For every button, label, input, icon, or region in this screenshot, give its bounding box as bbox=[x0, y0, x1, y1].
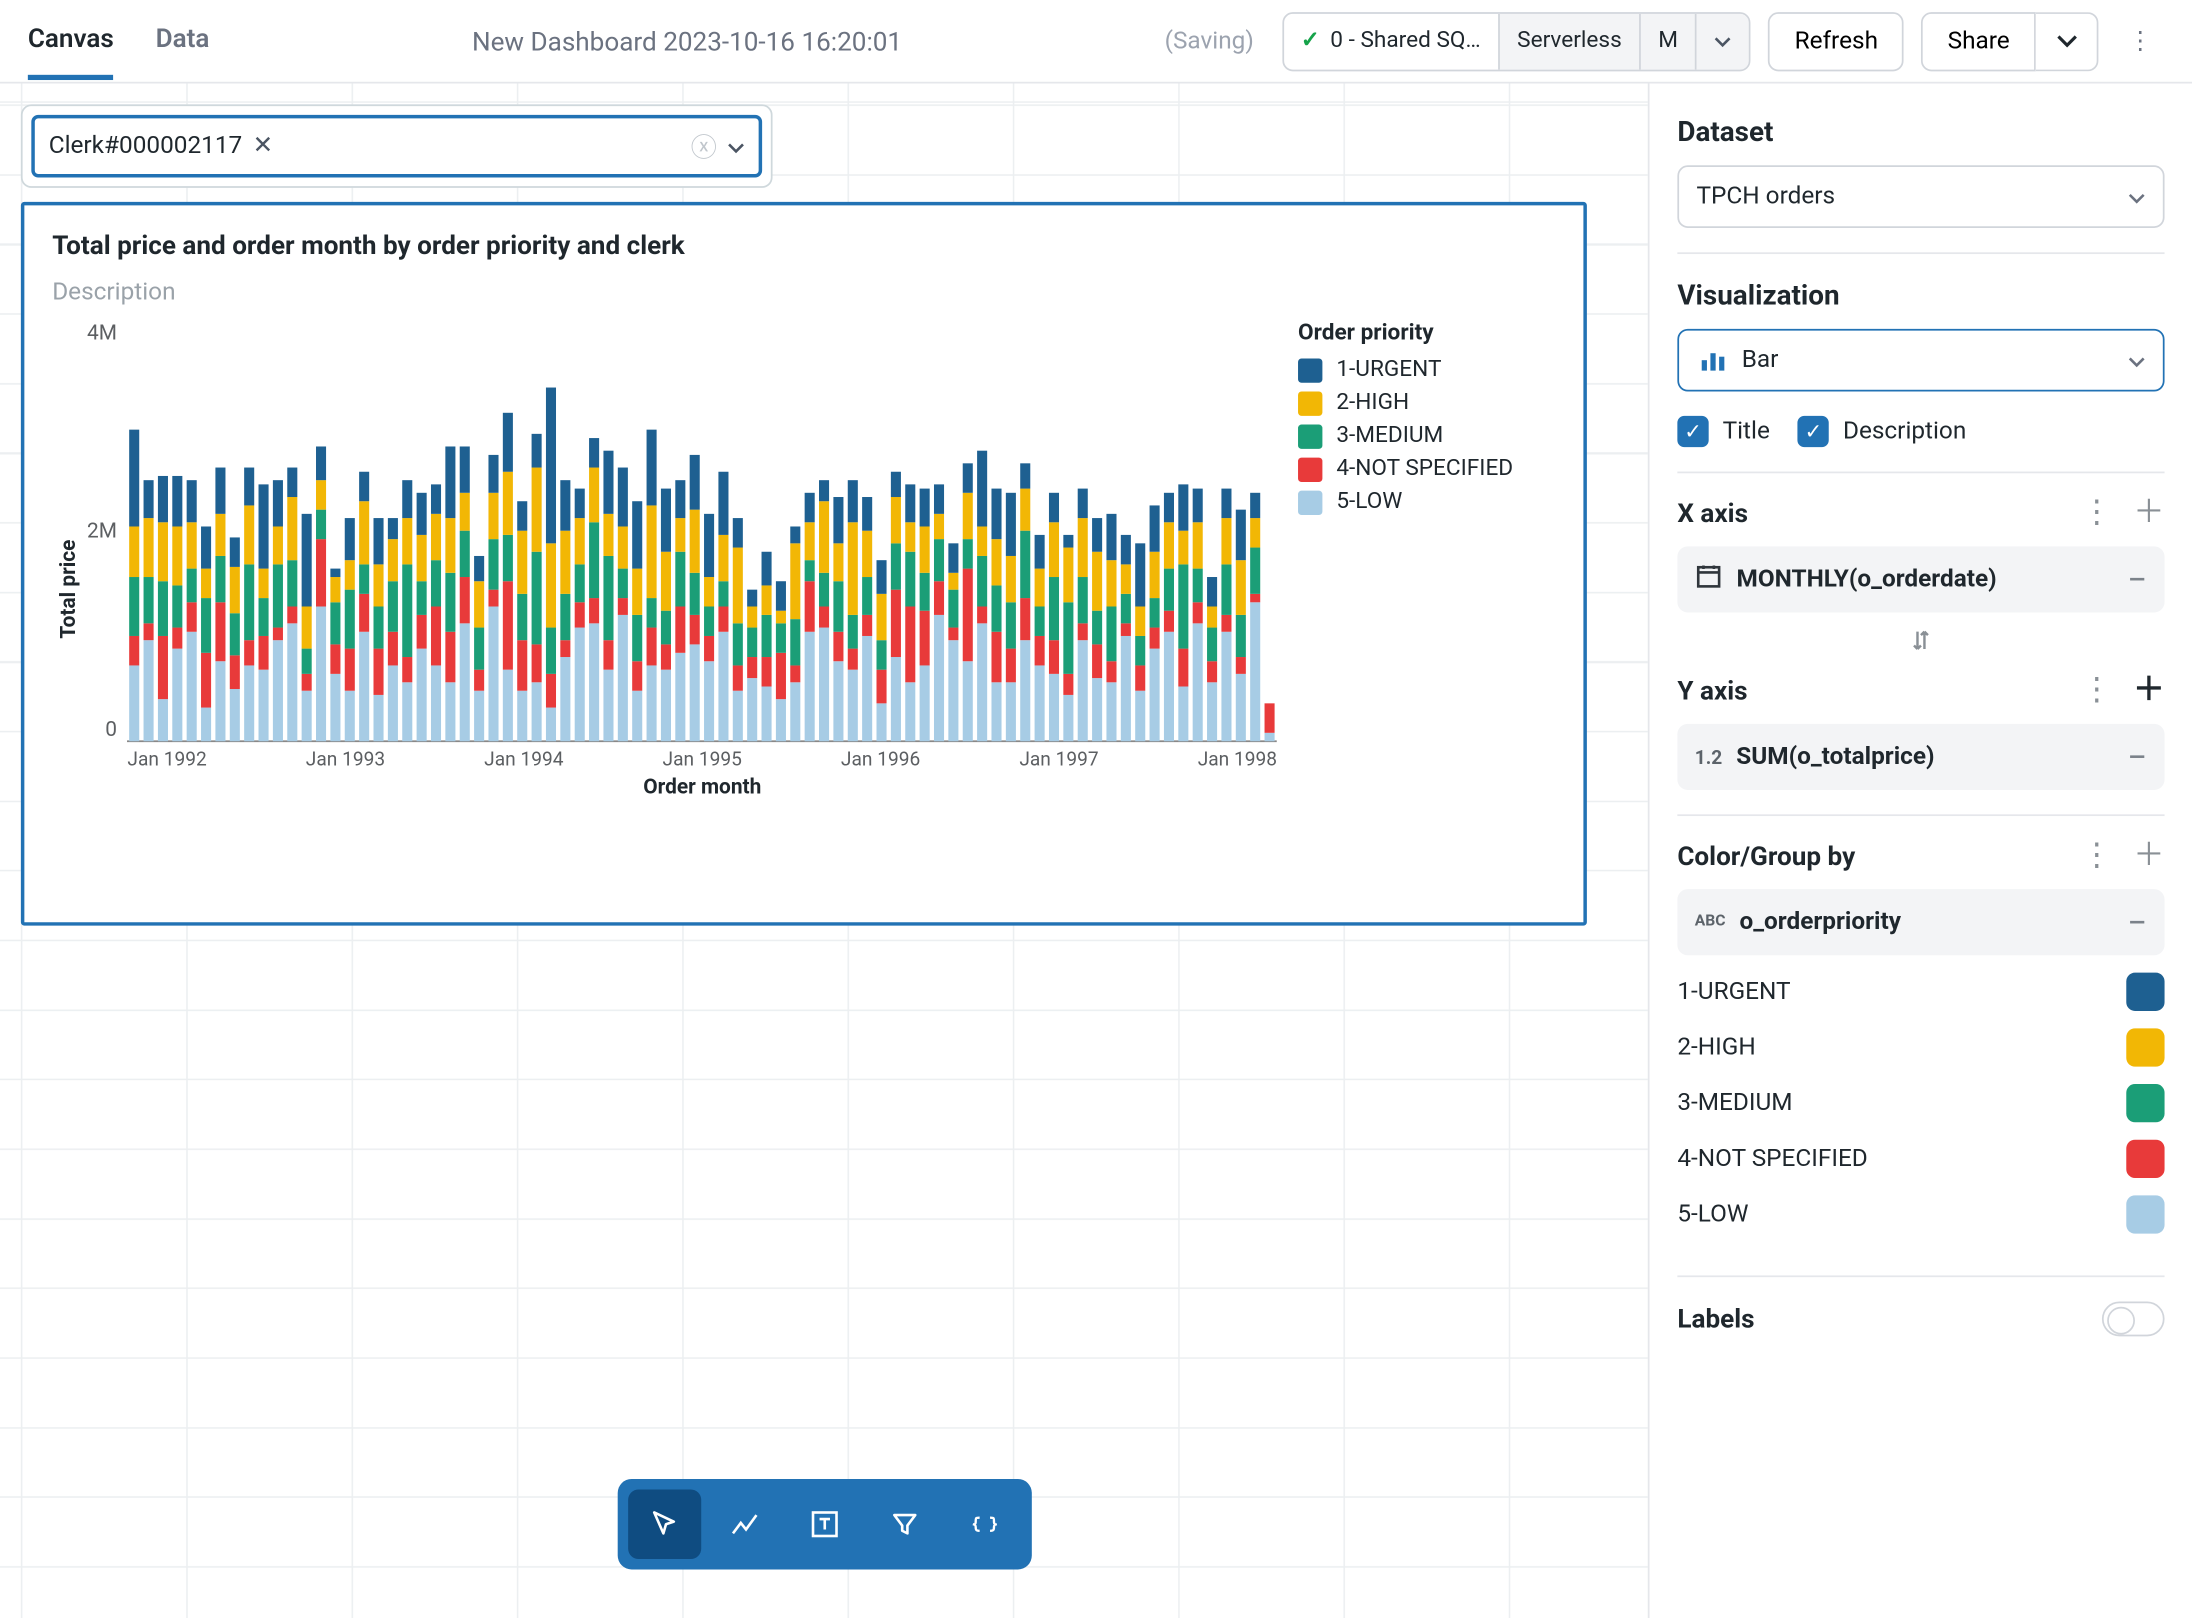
legend-item[interactable]: 2-HIGH bbox=[1298, 390, 1556, 416]
legend-label: 4-NOT SPECIFIED bbox=[1336, 456, 1513, 482]
dataset-heading: Dataset bbox=[1677, 115, 2164, 148]
swap-axes-icon[interactable] bbox=[1677, 626, 2164, 661]
color-menu-icon[interactable]: ⋮ bbox=[2081, 840, 2112, 871]
color-swatch-icon[interactable] bbox=[2126, 1140, 2164, 1178]
color-series-row[interactable]: 5-LOW bbox=[1677, 1195, 2164, 1233]
x-axis-field[interactable]: MONTHLY(o_orderdate) − bbox=[1677, 546, 2164, 612]
remove-field-icon[interactable]: − bbox=[2127, 736, 2147, 778]
calendar-icon bbox=[1695, 562, 1723, 597]
legend-item[interactable]: 3-MEDIUM bbox=[1298, 423, 1556, 449]
y-axis-heading: Y axis bbox=[1677, 675, 1747, 706]
labels-toggle[interactable] bbox=[2102, 1302, 2165, 1337]
warehouse-name: 0 - Shared SQ… bbox=[1330, 28, 1480, 54]
color-swatch-icon[interactable] bbox=[2126, 1028, 2164, 1066]
chart-plot bbox=[127, 320, 1277, 741]
color-group-heading: Color/Group by bbox=[1677, 840, 1855, 871]
legend-item[interactable]: 5-LOW bbox=[1298, 489, 1556, 515]
x-axis-ticks: Jan 1992Jan 1993Jan 1994Jan 1995Jan 1996… bbox=[127, 741, 1277, 771]
legend-title: Order priority bbox=[1298, 320, 1556, 346]
checkbox-checked-icon: ✓ bbox=[1798, 416, 1829, 447]
description-checkbox[interactable]: ✓Description bbox=[1798, 416, 1967, 447]
dataset-select[interactable]: TPCH orders bbox=[1677, 165, 2164, 228]
tab-data[interactable]: Data bbox=[156, 2, 210, 80]
color-series-label: 3-MEDIUM bbox=[1677, 1089, 1792, 1117]
x-axis-heading: X axis bbox=[1677, 498, 1748, 529]
dashboard-title[interactable]: New Dashboard 2023-10-16 16:20:01 bbox=[227, 25, 1147, 56]
clear-filter-icon[interactable]: ⓧ bbox=[691, 128, 717, 165]
visualization-heading: Visualization bbox=[1677, 278, 2164, 311]
refresh-button[interactable]: Refresh bbox=[1769, 11, 1905, 70]
chevron-down-icon bbox=[2128, 346, 2145, 374]
color-series-label: 1-URGENT bbox=[1677, 978, 1790, 1006]
x-axis-menu-icon[interactable]: ⋮ bbox=[2081, 498, 2112, 529]
warehouse-selector[interactable]: ✓ 0 - Shared SQ… Serverless M bbox=[1282, 11, 1751, 70]
color-add-icon[interactable]: ＋ bbox=[2133, 840, 2164, 871]
legend-label: 5-LOW bbox=[1336, 489, 1402, 515]
remove-field-icon[interactable]: − bbox=[2127, 901, 2147, 943]
check-icon: ✓ bbox=[1301, 28, 1320, 54]
chart-card[interactable]: Total price and order month by order pri… bbox=[21, 202, 1587, 926]
warehouse-caret[interactable] bbox=[1695, 13, 1749, 69]
bar-chart-icon bbox=[1697, 345, 1728, 376]
title-checkbox[interactable]: ✓Title bbox=[1677, 416, 1770, 447]
canvas-toolbar bbox=[617, 1479, 1031, 1569]
legend-swatch-icon bbox=[1298, 391, 1322, 415]
color-field[interactable]: ABCo_orderpriority − bbox=[1677, 889, 2164, 955]
chart-description-placeholder[interactable]: Description bbox=[52, 278, 1555, 306]
legend-swatch-icon bbox=[1298, 490, 1322, 514]
chart-title[interactable]: Total price and order month by order pri… bbox=[52, 230, 1555, 261]
tool-filter[interactable] bbox=[867, 1489, 940, 1559]
tool-select[interactable] bbox=[627, 1489, 700, 1559]
tool-code[interactable] bbox=[947, 1489, 1020, 1559]
warehouse-size: M bbox=[1639, 13, 1695, 69]
checkbox-checked-icon: ✓ bbox=[1677, 416, 1708, 447]
y-axis-ticks: 4M 2M 0 bbox=[84, 320, 128, 783]
warehouse-type: Serverless bbox=[1498, 13, 1639, 69]
color-series-row[interactable]: 4-NOT SPECIFIED bbox=[1677, 1140, 2164, 1178]
color-swatch-icon[interactable] bbox=[2126, 1195, 2164, 1233]
legend-item[interactable]: 1-URGENT bbox=[1298, 357, 1556, 383]
legend-label: 3-MEDIUM bbox=[1336, 423, 1443, 449]
legend-item[interactable]: 4-NOT SPECIFIED bbox=[1298, 456, 1556, 482]
color-series-row[interactable]: 2-HIGH bbox=[1677, 1028, 2164, 1066]
numeric-type-icon: 1.2 bbox=[1695, 746, 1723, 769]
tool-chart[interactable] bbox=[707, 1489, 780, 1559]
chart-legend: Order priority 1-URGENT 2-HIGH 3-MEDIUM 4-N… bbox=[1277, 320, 1555, 859]
color-series-row[interactable]: 3-MEDIUM bbox=[1677, 1084, 2164, 1122]
config-sidebar: Dataset TPCH orders Visualization Bar ✓T… bbox=[1650, 84, 2192, 1618]
more-menu-icon[interactable]: ⋮ bbox=[2116, 27, 2165, 55]
color-swatch-icon[interactable] bbox=[2126, 1084, 2164, 1122]
color-series-label: 4-NOT SPECIFIED bbox=[1677, 1145, 1867, 1173]
legend-label: 1-URGENT bbox=[1336, 357, 1441, 383]
string-type-icon: ABC bbox=[1695, 914, 1726, 931]
color-swatch-icon[interactable] bbox=[2126, 973, 2164, 1011]
legend-swatch-icon bbox=[1298, 358, 1322, 382]
share-caret[interactable] bbox=[2036, 11, 2099, 70]
legend-swatch-icon bbox=[1298, 457, 1322, 481]
legend-label: 2-HIGH bbox=[1336, 390, 1409, 416]
filter-input[interactable]: Clerk#000002117 ✕ ⓧ bbox=[31, 115, 762, 178]
share-button[interactable]: Share bbox=[1922, 11, 2036, 70]
y-axis-add-icon[interactable]: ＋ bbox=[2133, 675, 2164, 706]
y-axis-field[interactable]: 1.2SUM(o_totalprice) − bbox=[1677, 724, 2164, 790]
x-axis-label: Order month bbox=[127, 774, 1277, 798]
tab-canvas[interactable]: Canvas bbox=[28, 2, 114, 80]
color-series-label: 5-LOW bbox=[1677, 1201, 1748, 1229]
color-series-label: 2-HIGH bbox=[1677, 1034, 1755, 1062]
filter-widget: Clerk#000002117 ✕ ⓧ bbox=[21, 104, 773, 188]
legend-swatch-icon bbox=[1298, 424, 1322, 448]
filter-chip-label: Clerk#000002117 bbox=[49, 132, 243, 160]
tool-text[interactable] bbox=[787, 1489, 860, 1559]
saving-status: (Saving) bbox=[1165, 27, 1254, 55]
labels-heading: Labels bbox=[1677, 1303, 1754, 1334]
chevron-down-icon bbox=[2128, 183, 2145, 211]
remove-field-icon[interactable]: − bbox=[2127, 559, 2147, 601]
chip-remove-icon[interactable]: ✕ bbox=[253, 132, 273, 160]
y-axis-label: Total price bbox=[52, 320, 83, 859]
color-series-row[interactable]: 1-URGENT bbox=[1677, 973, 2164, 1011]
filter-caret-icon[interactable] bbox=[727, 132, 744, 160]
visualization-select[interactable]: Bar bbox=[1677, 329, 2164, 392]
y-axis-menu-icon[interactable]: ⋮ bbox=[2081, 675, 2112, 706]
x-axis-add-icon[interactable]: ＋ bbox=[2133, 498, 2164, 529]
